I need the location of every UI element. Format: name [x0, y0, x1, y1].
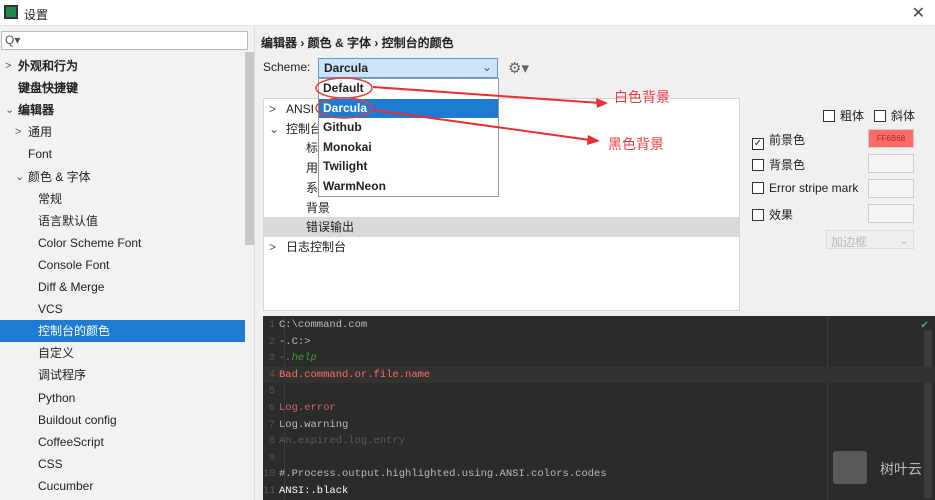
annotation-white-bg: 白色背景: [614, 89, 670, 105]
arrow-line-black: [372, 109, 591, 141]
annotation-layer: [315, 77, 608, 145]
highlight-ellipse-darcula: [315, 97, 373, 119]
annotation-black-bg: 黑色背景: [608, 136, 664, 152]
arrow-line-white: [372, 86, 601, 104]
arrow-head-white: [596, 98, 608, 108]
highlight-ellipse-default: [315, 77, 373, 99]
arrow-head-black: [587, 135, 600, 145]
